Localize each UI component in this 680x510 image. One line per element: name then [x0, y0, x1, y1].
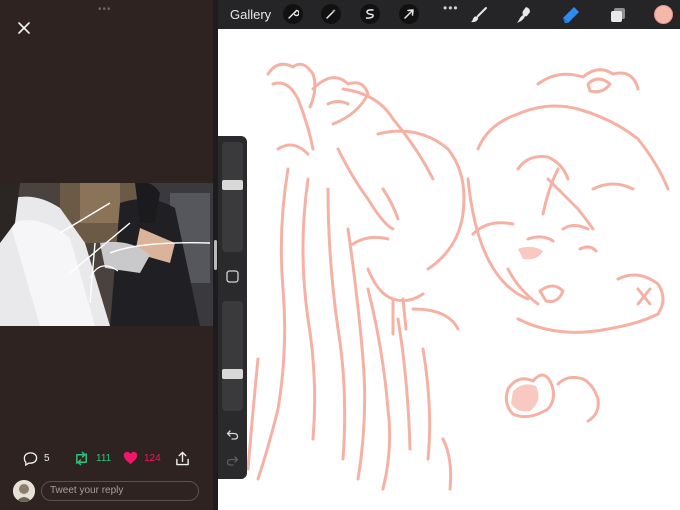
redo-icon[interactable]: [224, 452, 241, 469]
reply-icon: [23, 452, 38, 466]
avatar[interactable]: [13, 480, 35, 502]
split-view-handle[interactable]: [214, 240, 217, 270]
share-button[interactable]: [175, 451, 190, 466]
retweet-button[interactable]: 111: [73, 451, 111, 466]
reply-button[interactable]: 5: [23, 451, 50, 466]
drawing-canvas[interactable]: [218, 29, 680, 510]
eraser-icon[interactable]: [559, 4, 581, 26]
reply-row: Tweet your reply: [0, 478, 213, 504]
procreate-toolbar: Gallery •••: [218, 0, 680, 29]
procreate-sidebar: [218, 136, 247, 479]
brush-size-thumb[interactable]: [222, 180, 243, 190]
smudge-icon[interactable]: [513, 4, 535, 26]
tweet-actions: 5 111 124: [0, 451, 213, 473]
modify-button[interactable]: [224, 268, 241, 285]
procreate-app: Gallery •••: [218, 0, 680, 510]
gallery-button[interactable]: Gallery: [230, 7, 271, 22]
wrench-icon[interactable]: [283, 4, 303, 24]
reply-count: 5: [44, 453, 50, 464]
brush-size-slider[interactable]: [222, 142, 243, 252]
layers-icon[interactable]: [607, 4, 629, 26]
close-icon[interactable]: [14, 18, 34, 38]
selection-icon[interactable]: [360, 4, 380, 24]
undo-icon[interactable]: [224, 426, 241, 443]
brush-icon[interactable]: [468, 4, 490, 26]
twitter-media-viewer: ••• 5 111 124 Tweet your reply: [0, 0, 213, 510]
multitask-dots-icon[interactable]: •••: [98, 4, 112, 15]
magic-wand-icon[interactable]: [321, 4, 341, 24]
like-count: 124: [144, 452, 161, 464]
multitask-dots-icon[interactable]: •••: [443, 1, 459, 15]
color-picker-swatch[interactable]: [654, 5, 673, 24]
like-button[interactable]: 124: [123, 451, 161, 465]
reply-input[interactable]: Tweet your reply: [41, 481, 199, 501]
opacity-thumb[interactable]: [222, 369, 243, 379]
opacity-slider[interactable]: [222, 301, 243, 411]
retweet-icon: [76, 451, 87, 466]
heart-icon: [123, 451, 138, 465]
transform-arrow-icon[interactable]: [399, 4, 419, 24]
share-icon: [176, 451, 189, 466]
tweet-photo[interactable]: [0, 183, 213, 326]
retweet-count: 111: [96, 453, 112, 464]
